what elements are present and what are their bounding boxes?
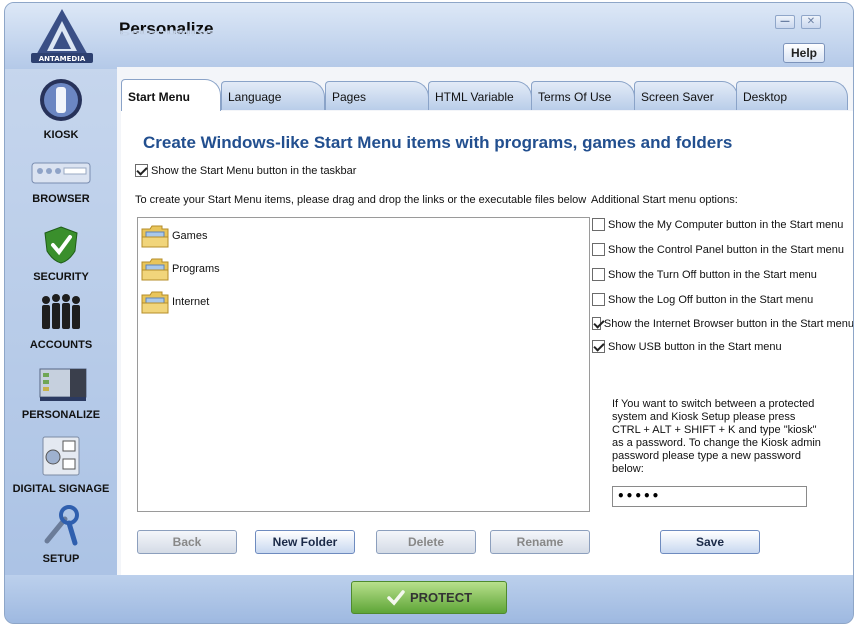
tab-html-variable[interactable]: HTML Variable [428,81,532,110]
checkbox-label: Show the Control Panel button in the Sta… [608,243,845,256]
footer-bar: PROTECT [5,575,853,623]
rename-button[interactable]: Rename [490,530,590,554]
additional-options-title: Additional Start menu options: [591,194,738,206]
checkbox-label: Show the Turn Off button in the Start me… [608,268,817,281]
sidebar-item-setup[interactable]: SETUP [5,505,117,565]
page-headline: Create Windows-like Start Menu items wit… [143,133,733,152]
folder-label: Programs [172,263,220,275]
tab-language[interactable]: Language [221,81,325,110]
protect-button[interactable]: PROTECT [351,581,507,614]
sidebar-item-digital-signage[interactable]: DIGITAL SIGNAGE [5,435,117,495]
list-item[interactable]: Programs [140,256,220,282]
option-log-off-checkbox[interactable]: Show the Log Off button in the Start men… [592,293,813,306]
content-area: Start Menu Language Pages HTML Variable … [117,67,854,575]
sidebar-item-accounts[interactable]: ACCOUNTS [5,291,117,351]
folder-label: Internet [172,296,210,308]
minimize-button[interactable]: — [775,15,795,29]
checkbox-label: Show the Log Off button in the Start men… [608,293,814,306]
delete-button[interactable]: Delete [376,530,476,554]
sidebar: KIOSK BROWSER SECURITY ACCOUNTS PERSONAL… [5,69,115,575]
start-menu-items-list[interactable]: Games Programs Internet [137,217,590,512]
help-button[interactable]: Help [783,43,825,63]
checkmark-icon [387,589,405,606]
checkbox-label: Show the Internet Browser button in the … [603,317,854,330]
new-folder-button[interactable]: New Folder [255,530,355,554]
checkbox-box[interactable] [592,317,601,330]
checkbox-box[interactable] [592,340,605,353]
option-usb-checkbox[interactable]: Show USB button in the Start menu [592,340,782,353]
sidebar-item-browser[interactable]: BROWSER [5,161,117,205]
tab-pages[interactable]: Pages [325,81,429,110]
checkbox-label: Show the My Computer button in the Start… [608,218,844,231]
antamedia-logo: ANTAMEDIA [27,7,97,65]
drag-hint-text: To create your Start Menu items, please … [135,194,587,206]
browser-icon [31,162,91,184]
close-button[interactable]: ✕ [801,15,821,29]
sidebar-item-label: BROWSER [32,193,90,205]
setup-tools-icon [44,505,79,546]
list-item[interactable]: Games [140,223,207,249]
security-shield-icon [44,226,78,264]
tab-terms-of-use[interactable]: Terms Of Use [531,81,635,110]
folder-icon [141,225,169,248]
sidebar-item-label: DIGITAL SIGNAGE [12,483,110,495]
folder-label: Games [172,230,208,242]
save-button[interactable]: Save [660,530,760,554]
kiosk-icon [40,79,82,121]
sidebar-item-label: KIOSK [43,129,79,141]
sidebar-item-label: SETUP [42,553,80,565]
protect-label: PROTECT [409,590,473,605]
sidebar-item-label: PERSONALIZE [21,409,101,421]
list-item[interactable]: Internet [140,289,209,315]
option-control-panel-checkbox[interactable]: Show the Control Panel button in the Sta… [592,243,844,256]
option-internet-browser-checkbox[interactable]: Show the Internet Browser button in the … [592,317,854,330]
checkbox-box[interactable] [592,293,605,306]
folder-icon [141,291,169,314]
digital-signage-icon [42,436,80,476]
back-button[interactable]: Back [137,530,237,554]
window-title-reflection: Personalize [119,28,214,37]
sidebar-item-label: ACCOUNTS [29,339,93,351]
checkbox-label: Show the Start Menu button in the taskba… [151,164,357,177]
checkbox-box[interactable] [592,268,605,281]
logo-text: ANTAMEDIA [39,55,86,63]
show-start-menu-checkbox[interactable]: Show the Start Menu button in the taskba… [135,164,356,177]
admin-password-field[interactable]: ••••• [612,486,807,507]
accounts-people-icon [42,294,80,329]
app-window: ANTAMEDIA Personalize Personalize — ✕ He… [4,2,854,624]
tab-desktop[interactable]: Desktop [736,81,848,110]
option-turn-off-checkbox[interactable]: Show the Turn Off button in the Start me… [592,268,817,281]
sidebar-item-label: SECURITY [33,271,89,283]
checkbox-box[interactable] [592,218,605,231]
personalize-screen-icon [39,368,87,401]
tab-bar: Start Menu Language Pages HTML Variable … [117,79,853,111]
sidebar-item-kiosk[interactable]: KIOSK [5,77,117,141]
checkbox-label: Show USB button in the Start menu [608,340,782,353]
option-my-computer-checkbox[interactable]: Show the My Computer button in the Start… [592,218,843,231]
title-bar: ANTAMEDIA Personalize Personalize — ✕ He… [5,3,853,69]
tab-screen-saver[interactable]: Screen Saver [634,81,738,110]
tab-start-menu[interactable]: Start Menu [121,79,221,111]
checkbox-box[interactable] [135,164,148,177]
folder-icon [141,258,169,281]
checkbox-box[interactable] [592,243,605,256]
sidebar-item-personalize[interactable]: PERSONALIZE [5,367,117,421]
password-info-text: If You want to switch between a protecte… [612,398,821,475]
sidebar-item-security[interactable]: SECURITY [5,225,117,283]
